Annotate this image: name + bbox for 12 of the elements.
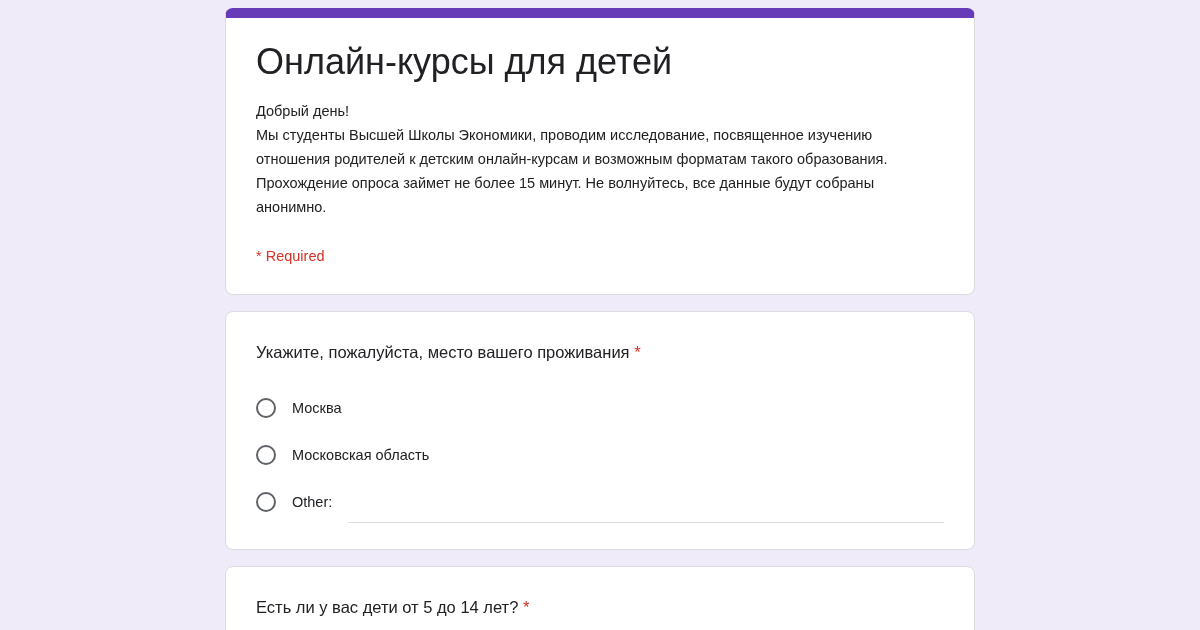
option-label: Other: <box>292 493 333 510</box>
radio-button[interactable] <box>256 397 276 418</box>
question-title: Укажите, пожалуйста, место вашего проживания * <box>256 342 642 364</box>
radio-button[interactable] <box>256 491 276 512</box>
form-title: Онлайн-курсы для детей <box>256 40 674 84</box>
radio-button[interactable] <box>256 444 276 465</box>
form-description: Мы студенты Высшей Школы Экономики, проводим исследование, посвященное изучению отношения родителей к детским онлайн-курсам и возможным форматам такого образования. Прохождение опроса займет не более 15 минут. Не волнуйтесь, все данные будут собраны анонимно. <box>256 126 889 218</box>
required-note: * Required <box>256 248 326 265</box>
option-label: Москва <box>292 399 342 416</box>
question-title: Есть ли у вас дети от 5 до 14 лет? * <box>256 597 531 619</box>
greeting-text: Добрый день! <box>256 102 351 122</box>
option-label: Московская область <box>292 446 430 463</box>
